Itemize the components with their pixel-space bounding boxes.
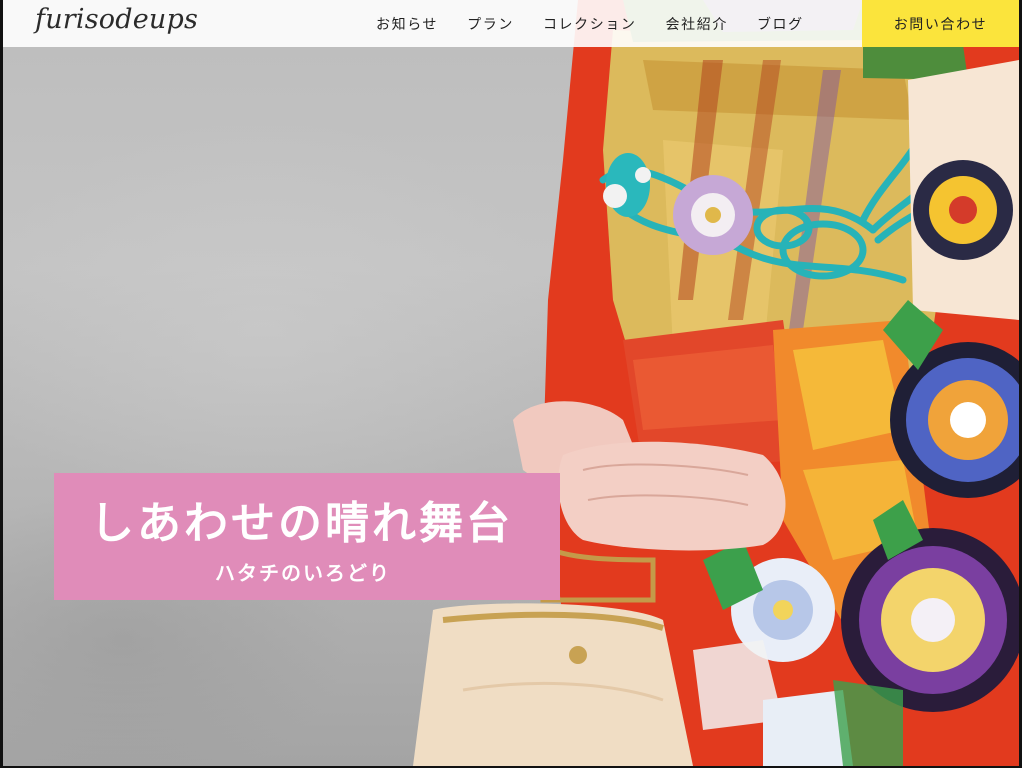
hero-image: [3, 0, 1019, 766]
landing-page: furisodeups お知らせ プラン コレクション 会社紹介 ブログ お問い…: [0, 0, 1022, 768]
nav-item-blog[interactable]: ブログ: [757, 14, 804, 34]
hero-title: しあわせの晴れ舞台: [90, 498, 513, 549]
kimono-illustration: [413, 0, 1019, 766]
nav-item-news[interactable]: お知らせ: [376, 14, 438, 34]
hero-subtitle: ハタチのいろどり: [215, 561, 391, 585]
nav-item-plan[interactable]: プラン: [467, 14, 514, 34]
contact-button[interactable]: お問い合わせ: [862, 0, 1019, 47]
catchphrase-box: しあわせの晴れ舞台 ハタチのいろどり: [54, 473, 560, 600]
nav-item-company[interactable]: 会社紹介: [666, 14, 728, 34]
nav-item-collection[interactable]: コレクション: [543, 14, 637, 34]
site-logo[interactable]: furisodeups: [35, 4, 198, 35]
site-header: furisodeups お知らせ プラン コレクション 会社紹介 ブログ お問い…: [3, 0, 1019, 47]
main-nav: お知らせ プラン コレクション 会社紹介 ブログ: [376, 0, 833, 47]
